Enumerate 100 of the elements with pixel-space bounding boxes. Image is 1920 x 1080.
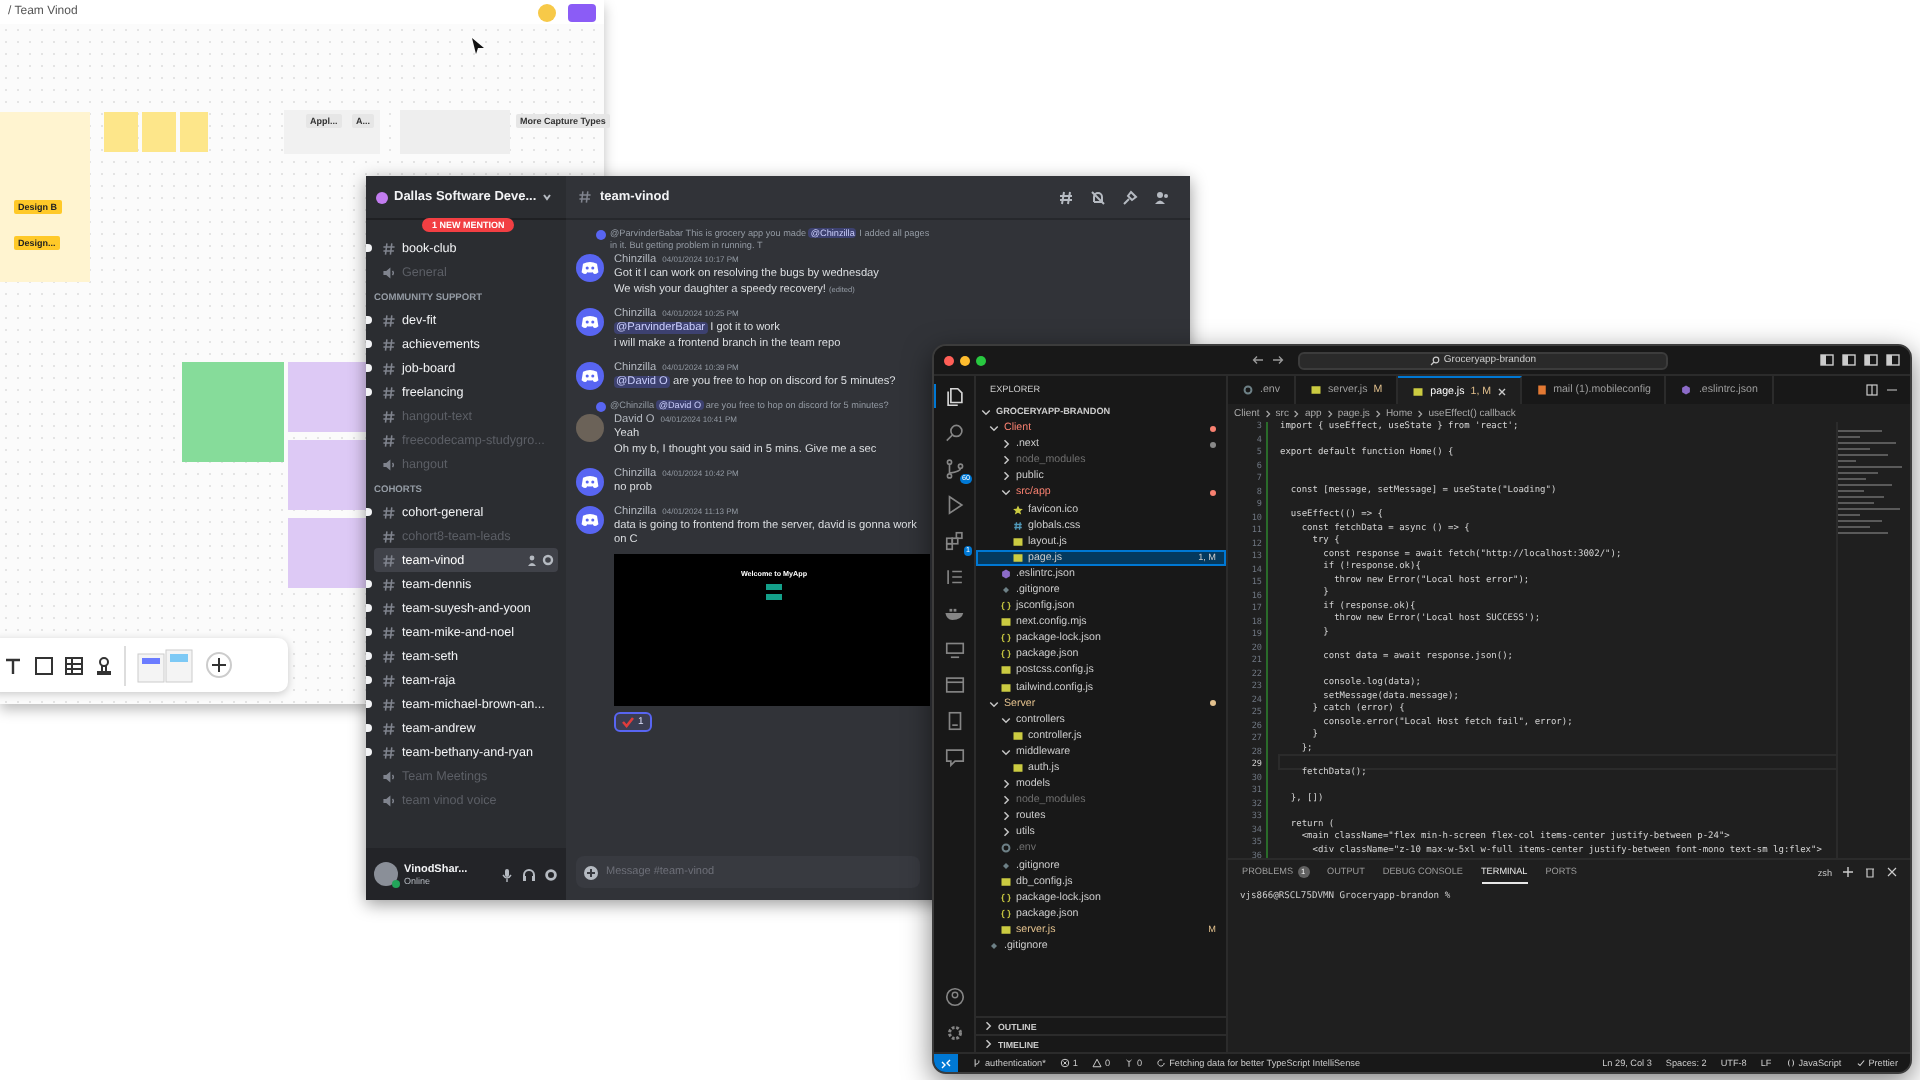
threads-icon[interactable] (1058, 189, 1074, 205)
maximize-window-button[interactable] (976, 355, 986, 365)
unread-indicator (366, 388, 372, 396)
hash-icon (382, 361, 396, 375)
star-file-icon (1012, 503, 1024, 516)
microphone-icon[interactable] (500, 867, 514, 881)
layout-icon[interactable] (1820, 354, 1834, 366)
extensions-icon (944, 529, 966, 551)
hash-icon (382, 385, 396, 399)
stamp-tool-icon[interactable] (94, 655, 114, 675)
chevron-down-icon (542, 192, 553, 202)
chevron-down-icon (1000, 745, 1012, 758)
add-button[interactable] (206, 652, 232, 678)
plus-icon (212, 658, 226, 672)
speaker-icon (382, 457, 396, 471)
js-file-icon (1012, 729, 1024, 742)
text-tool-icon[interactable] (4, 655, 24, 675)
sticky-note (288, 518, 368, 588)
layout-icon[interactable] (1842, 354, 1856, 366)
add-terminal-icon[interactable] (1842, 866, 1854, 878)
js-file-icon (1012, 762, 1024, 775)
remote-button[interactable] (934, 1054, 958, 1072)
unread-indicator (366, 508, 372, 516)
hash-icon (382, 697, 396, 711)
speaker-icon (382, 793, 396, 807)
unread-indicator (366, 340, 372, 348)
hash-icon (382, 577, 396, 591)
add-icon[interactable] (584, 865, 598, 879)
forward-arrow-icon[interactable] (1272, 354, 1284, 366)
js-file-icon (1000, 923, 1012, 936)
files-icon (944, 385, 966, 407)
back-arrow-icon[interactable] (1252, 354, 1264, 366)
remote-icon (940, 1057, 952, 1069)
layout-icon[interactable] (1864, 354, 1878, 366)
avatar-icon (576, 468, 604, 496)
hexagon-file-icon (1680, 384, 1693, 396)
bell-off-icon[interactable] (1090, 189, 1106, 205)
settings-icon[interactable] (944, 1021, 966, 1043)
trash-icon[interactable] (1864, 866, 1876, 878)
avatar-icon (576, 362, 604, 390)
braces-file-icon (1000, 632, 1012, 645)
unread-indicator (366, 244, 372, 252)
close-icon[interactable] (1497, 387, 1506, 395)
templates-drawing[interactable] (136, 647, 196, 683)
js-file-icon (1000, 616, 1012, 629)
headphones-icon[interactable] (522, 867, 536, 881)
check-icon (1855, 1058, 1866, 1068)
book-icon (944, 709, 966, 731)
chat-icon (944, 745, 966, 767)
file-icon (1535, 384, 1548, 396)
unread-indicator (366, 652, 372, 660)
close-window-button[interactable] (944, 355, 954, 365)
hash-icon (382, 433, 396, 447)
split-editor-icon[interactable] (1866, 384, 1878, 396)
speaker-icon (382, 769, 396, 783)
error-icon (1059, 1058, 1070, 1068)
check-emoji-icon (622, 716, 634, 728)
diamond-file-icon (988, 940, 1000, 953)
monitor-icon (944, 637, 966, 659)
gear-file-icon (1242, 384, 1254, 396)
share-button[interactable] (568, 3, 596, 21)
hash-icon (382, 673, 396, 687)
close-icon[interactable] (1886, 866, 1898, 878)
js-file-icon (1412, 385, 1425, 397)
speaker-icon (382, 265, 396, 279)
unread-indicator (366, 676, 372, 684)
add-member-icon[interactable] (526, 554, 538, 566)
search-icon (944, 421, 966, 443)
sticky-note (288, 362, 368, 432)
pin-icon[interactable] (1122, 189, 1138, 205)
chevron-down-icon (1000, 486, 1012, 499)
members-icon[interactable] (1154, 189, 1170, 205)
braces-file-icon (1000, 891, 1012, 904)
braces-file-icon (1000, 648, 1012, 661)
window-icon (944, 673, 966, 695)
avatar-icon (576, 308, 604, 336)
layout-icon[interactable] (1886, 354, 1900, 366)
unread-indicator (366, 724, 372, 732)
sticky-note (104, 112, 138, 152)
unread-indicator (366, 748, 372, 756)
hash-icon (382, 721, 396, 735)
unread-indicator (366, 628, 372, 636)
account-icon[interactable] (944, 985, 966, 1007)
braces-icon (1785, 1058, 1796, 1068)
minimize-window-button[interactable] (960, 355, 970, 365)
hash-icon (578, 190, 592, 204)
settings-icon[interactable] (542, 554, 554, 566)
table-tool-icon[interactable] (64, 655, 84, 675)
settings-icon[interactable] (544, 867, 558, 881)
more-icon[interactable] (1886, 384, 1898, 396)
note-tool-icon[interactable] (34, 655, 54, 675)
reply-avatar-icon (596, 401, 606, 411)
avatar-icon (576, 254, 604, 282)
sticky-note (142, 112, 176, 152)
user-avatar-icon[interactable] (374, 862, 398, 886)
hash-icon (382, 553, 396, 567)
search-icon (1429, 355, 1440, 365)
reply-avatar-icon (596, 229, 606, 239)
braces-file-icon (1000, 600, 1012, 613)
warning-icon (1091, 1058, 1102, 1068)
